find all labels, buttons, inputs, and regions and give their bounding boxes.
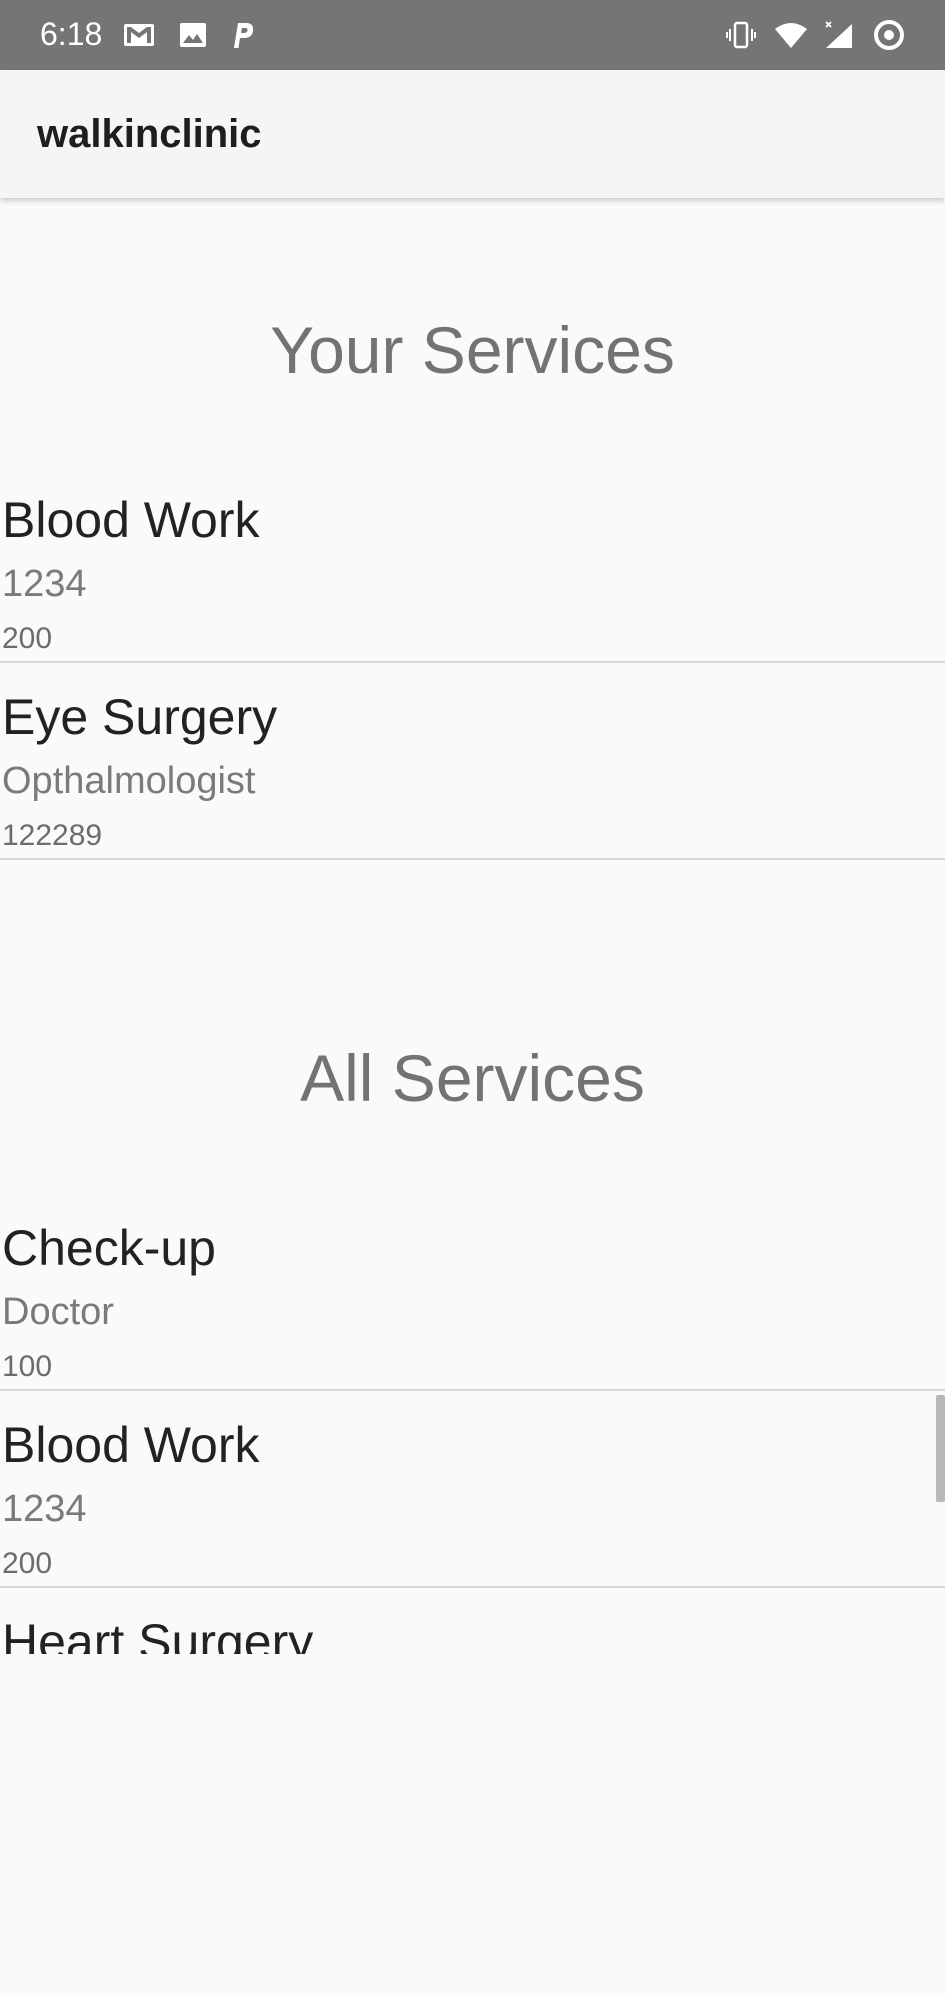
- parking-icon: [234, 23, 254, 48]
- sync-icon: [874, 20, 904, 50]
- gallery-icon: [180, 23, 206, 47]
- app-title: walkinclinic: [37, 112, 262, 156]
- signal-icon: [825, 21, 852, 48]
- service-role: Doctor: [2, 1291, 114, 1333]
- list-item[interactable]: Heart Surgery: [0, 1588, 945, 1654]
- list-item[interactable]: Blood Work 1234 200: [0, 1391, 945, 1588]
- list-item[interactable]: Blood Work 1234 200: [0, 466, 945, 663]
- service-role: 1234: [2, 563, 87, 605]
- your-services-list: Blood Work 1234 200 Eye Surgery Opthalmo…: [0, 466, 945, 860]
- status-bar: 6:18: [0, 0, 945, 70]
- your-services-title: Your Services: [270, 313, 675, 387]
- service-price: 122289: [2, 819, 103, 852]
- all-services-title: All Services: [300, 1041, 645, 1115]
- all-services-list[interactable]: Check-up Doctor 100 Blood Work 1234 200 …: [0, 1194, 945, 1654]
- service-name: Heart Surgery: [2, 1614, 314, 1654]
- gmail-icon: [124, 24, 154, 46]
- service-name: Blood Work: [2, 1417, 260, 1473]
- vibrate-icon: [726, 21, 756, 49]
- service-name: Eye Surgery: [2, 689, 278, 745]
- app-bar: walkinclinic: [0, 70, 945, 198]
- scrollbar-thumb[interactable]: [936, 1395, 945, 1502]
- service-price: 200: [2, 1547, 53, 1580]
- status-time: 6:18: [40, 16, 103, 52]
- services-content[interactable]: Your Services Blood Work 1234 200 Eye Su…: [0, 198, 945, 1995]
- list-item[interactable]: Eye Surgery Opthalmologist 122289: [0, 663, 945, 860]
- service-name: Check-up: [2, 1220, 216, 1276]
- service-role: Opthalmologist: [2, 760, 256, 802]
- service-price: 100: [2, 1350, 53, 1383]
- service-name: Blood Work: [2, 492, 260, 548]
- service-price: 200: [2, 622, 53, 655]
- service-role: 1234: [2, 1488, 87, 1530]
- wifi-icon: [775, 23, 807, 48]
- list-item[interactable]: Check-up Doctor 100: [0, 1194, 945, 1391]
